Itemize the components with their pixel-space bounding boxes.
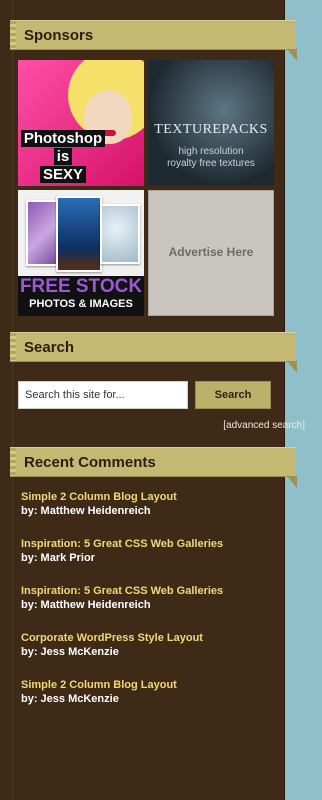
sidebar-inner-border xyxy=(12,0,13,800)
advertise-here-text: Advertise Here xyxy=(168,245,254,259)
recent-comments-heading: Recent Comments xyxy=(10,447,297,488)
search-heading: Search xyxy=(10,332,297,373)
list-item: Corporate WordPress Style Layout by: Jes… xyxy=(21,631,281,659)
search-button[interactable]: Search xyxy=(195,381,271,409)
comment-post-link[interactable]: Inspiration: 5 Great CSS Web Galleries xyxy=(21,537,281,551)
ad-line-2: is xyxy=(53,148,73,165)
stock-photo-thumb xyxy=(100,204,140,264)
free-stock-line-2: PHOTOS & IMAGES xyxy=(29,298,133,310)
comment-author: by: Jess McKenzie xyxy=(21,646,119,658)
texturepacks-tagline-2: royalty free textures xyxy=(167,158,255,169)
stock-photo-thumb xyxy=(56,196,102,272)
comment-post-link[interactable]: Corporate WordPress Style Layout xyxy=(21,631,281,645)
ad-text: Photoshop is SEXY xyxy=(20,130,106,184)
search-title: Search xyxy=(24,339,75,356)
photoshop-is-sexy-ad[interactable]: Photoshop is SEXY xyxy=(18,60,144,186)
list-item: Simple 2 Column Blog Layout by: Jess McK… xyxy=(21,678,281,706)
comment-author: by: Mark Prior xyxy=(21,552,95,564)
comment-author: by: Jess McKenzie xyxy=(21,693,119,705)
list-item: Simple 2 Column Blog Layout by: Matthew … xyxy=(21,490,281,518)
comment-author: by: Matthew Heidenreich xyxy=(21,599,151,611)
texturepacks-ad[interactable]: TEXTUREPACKS high resolution royalty fre… xyxy=(148,60,274,186)
search-input[interactable] xyxy=(18,381,188,409)
comment-post-link[interactable]: Simple 2 Column Blog Layout xyxy=(21,678,281,692)
free-stock-line-1: FREE STOCK xyxy=(19,276,143,297)
texturepacks-brand: TEXTUREPACKS xyxy=(154,122,268,137)
texturepacks-tagline-1: high resolution xyxy=(178,146,244,157)
comment-author: by: Matthew Heidenreich xyxy=(21,505,151,517)
list-item: Inspiration: 5 Great CSS Web Galleries b… xyxy=(21,537,281,565)
sponsors-heading: Sponsors xyxy=(10,20,297,61)
recent-comments-list: Simple 2 Column Blog Layout by: Matthew … xyxy=(21,490,281,725)
texturepacks-tagline: high resolution royalty free textures xyxy=(148,146,274,170)
recent-comments-title: Recent Comments xyxy=(24,454,156,471)
advanced-search-link[interactable]: [advanced search] xyxy=(223,420,305,431)
ad-line-1: Photoshop xyxy=(20,130,106,147)
sponsor-ads-grid: Photoshop is SEXY TEXTUREPACKS high reso… xyxy=(18,60,274,316)
comment-post-link[interactable]: Simple 2 Column Blog Layout xyxy=(21,490,281,504)
ad-line-3: SEXY xyxy=(39,166,87,183)
list-item: Inspiration: 5 Great CSS Web Galleries b… xyxy=(21,584,281,612)
sponsors-title: Sponsors xyxy=(24,27,94,44)
comment-post-link[interactable]: Inspiration: 5 Great CSS Web Galleries xyxy=(21,584,281,598)
free-stock-photos-ad[interactable]: FREE STOCK PHOTOS & IMAGES xyxy=(18,190,144,316)
advertise-here-ad[interactable]: Advertise Here xyxy=(148,190,274,316)
